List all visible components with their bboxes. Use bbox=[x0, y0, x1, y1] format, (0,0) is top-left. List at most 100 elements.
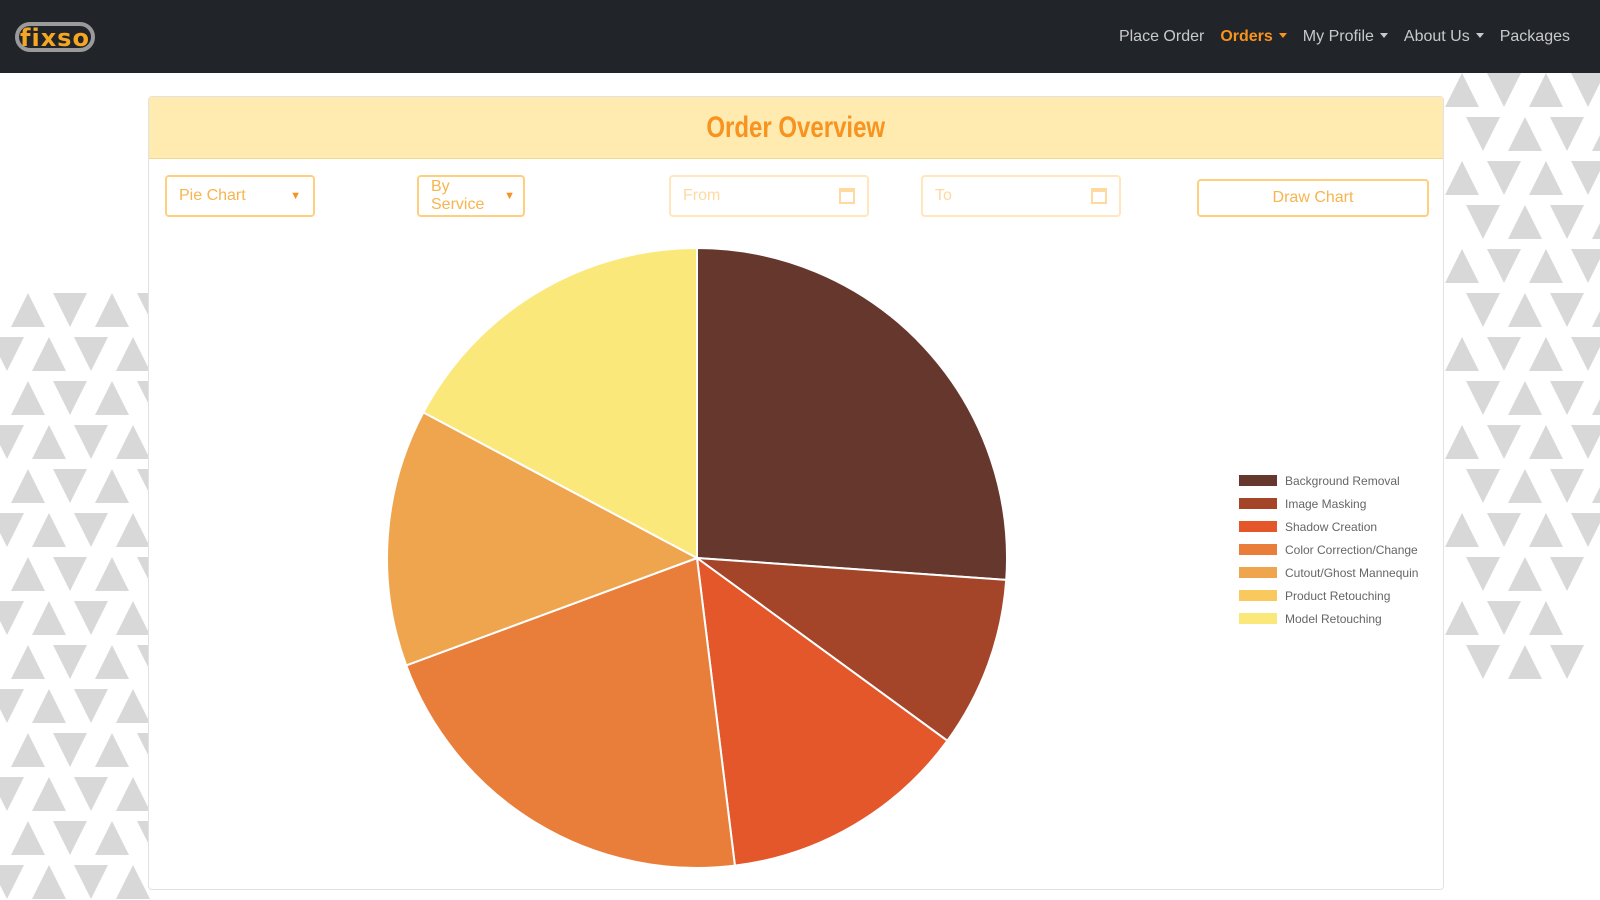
triangle-shape bbox=[1508, 469, 1542, 503]
triangle-shape bbox=[1466, 293, 1500, 327]
triangle-shape bbox=[1592, 487, 1600, 503]
triangle-shape bbox=[74, 689, 108, 723]
triangle-shape bbox=[116, 425, 150, 459]
triangle-shape bbox=[1445, 601, 1479, 635]
triangle-shape bbox=[53, 469, 87, 503]
legend-label: Image Masking bbox=[1285, 496, 1367, 511]
triangle-shape bbox=[1466, 205, 1500, 239]
triangle-shape bbox=[32, 777, 66, 811]
triangle-shape bbox=[1592, 311, 1600, 327]
nav-packages[interactable]: Packages bbox=[1500, 28, 1570, 46]
triangle-shape bbox=[1529, 425, 1563, 459]
triangle-shape bbox=[1592, 135, 1600, 151]
triangle-shape bbox=[1445, 425, 1479, 459]
legend-label: Cutout/Ghost Mannequin bbox=[1285, 565, 1419, 580]
triangle-shape bbox=[32, 601, 66, 635]
triangle-shape bbox=[1550, 205, 1584, 239]
legend-item[interactable]: Cutout/Ghost Mannequin bbox=[1239, 561, 1418, 584]
triangle-shape bbox=[1508, 205, 1542, 239]
legend-item[interactable]: Color Correction/Change bbox=[1239, 538, 1418, 561]
triangle-shape bbox=[1592, 399, 1600, 415]
triangle-shape bbox=[1445, 73, 1479, 107]
caret-down-icon bbox=[1278, 32, 1287, 38]
legend-label: Color Correction/Change bbox=[1285, 542, 1418, 557]
nav-place-order[interactable]: Place Order bbox=[1119, 28, 1204, 46]
order-overview-card: Order Overview Pie Chart ▼ By Service ▼ Fr… bbox=[148, 96, 1444, 890]
triangle-shape bbox=[1571, 249, 1600, 283]
triangle-shape bbox=[95, 733, 129, 767]
triangle-shape bbox=[32, 689, 66, 723]
triangle-shape bbox=[1487, 161, 1521, 195]
triangle-shape bbox=[74, 337, 108, 371]
navbar: fixso Place Order Orders My Profile Abou… bbox=[0, 0, 1600, 73]
triangle-shape bbox=[1508, 645, 1542, 679]
triangle-shape bbox=[0, 865, 24, 899]
triangle-shape bbox=[1529, 601, 1563, 635]
legend-item[interactable]: Background Removal bbox=[1239, 469, 1418, 492]
triangle-shape bbox=[1487, 73, 1521, 107]
triangle-shape bbox=[1508, 293, 1542, 327]
caret-down-icon bbox=[1475, 32, 1484, 38]
triangle-shape bbox=[1508, 557, 1542, 591]
legend-item[interactable]: Product Retouching bbox=[1239, 584, 1418, 607]
triangle-shape bbox=[53, 821, 87, 855]
triangle-shape bbox=[95, 557, 129, 591]
triangle-shape bbox=[74, 601, 108, 635]
triangle-shape bbox=[1466, 381, 1500, 415]
triangle-shape bbox=[1445, 513, 1479, 547]
triangle-shape bbox=[1487, 249, 1521, 283]
triangle-shape bbox=[95, 469, 129, 503]
triangle-shape bbox=[116, 865, 150, 899]
triangle-shape bbox=[1550, 117, 1584, 151]
triangle-shape bbox=[1466, 645, 1500, 679]
triangle-shape bbox=[95, 381, 129, 415]
triangle-shape bbox=[1550, 293, 1584, 327]
triangle-shape bbox=[116, 513, 150, 547]
legend-item[interactable]: Image Masking bbox=[1239, 492, 1418, 515]
triangle-shape bbox=[11, 469, 45, 503]
triangle-shape bbox=[1571, 337, 1600, 371]
nav-about-us[interactable]: About Us bbox=[1404, 28, 1484, 46]
fixso-logo[interactable]: fixso bbox=[15, 22, 95, 52]
triangle-shape bbox=[1529, 73, 1563, 107]
triangle-shape bbox=[32, 865, 66, 899]
triangle-shape bbox=[11, 381, 45, 415]
legend-item[interactable]: Shadow Creation bbox=[1239, 515, 1418, 538]
triangle-shape bbox=[1508, 381, 1542, 415]
triangle-shape bbox=[95, 645, 129, 679]
triangle-shape bbox=[116, 601, 150, 635]
triangle-shape bbox=[116, 337, 150, 371]
triangle-shape bbox=[1466, 557, 1500, 591]
triangle-shape bbox=[95, 821, 129, 855]
nav-orders[interactable]: Orders bbox=[1220, 28, 1287, 46]
triangle-shape bbox=[1445, 249, 1479, 283]
triangle-shape bbox=[0, 601, 24, 635]
triangle-shape bbox=[0, 689, 24, 723]
triangle-shape bbox=[0, 513, 24, 547]
triangle-shape bbox=[1466, 117, 1500, 151]
legend-swatch bbox=[1239, 498, 1277, 509]
legend-swatch bbox=[1239, 567, 1277, 578]
legend-label: Background Removal bbox=[1285, 473, 1400, 488]
triangle-shape bbox=[11, 733, 45, 767]
triangle-shape bbox=[1487, 513, 1521, 547]
triangle-shape bbox=[1571, 425, 1600, 459]
triangle-shape bbox=[1550, 557, 1584, 591]
triangle-shape bbox=[1445, 337, 1479, 371]
triangle-shape bbox=[1571, 161, 1600, 195]
triangle-shape bbox=[53, 733, 87, 767]
triangle-shape bbox=[116, 689, 150, 723]
legend-item[interactable]: Model Retouching bbox=[1239, 607, 1418, 630]
triangle-shape bbox=[1508, 117, 1542, 151]
triangle-shape bbox=[1487, 425, 1521, 459]
legend-label: Shadow Creation bbox=[1285, 519, 1378, 534]
triangle-shape bbox=[116, 777, 150, 811]
legend-swatch bbox=[1239, 475, 1277, 486]
pie-slice-background-removal[interactable] bbox=[696, 246, 1008, 581]
triangle-shape bbox=[11, 645, 45, 679]
nav-my-profile[interactable]: My Profile bbox=[1303, 28, 1388, 46]
triangle-shape bbox=[0, 425, 24, 459]
legend-swatch bbox=[1239, 544, 1277, 555]
triangle-shape bbox=[53, 381, 87, 415]
triangle-shape bbox=[1466, 469, 1500, 503]
